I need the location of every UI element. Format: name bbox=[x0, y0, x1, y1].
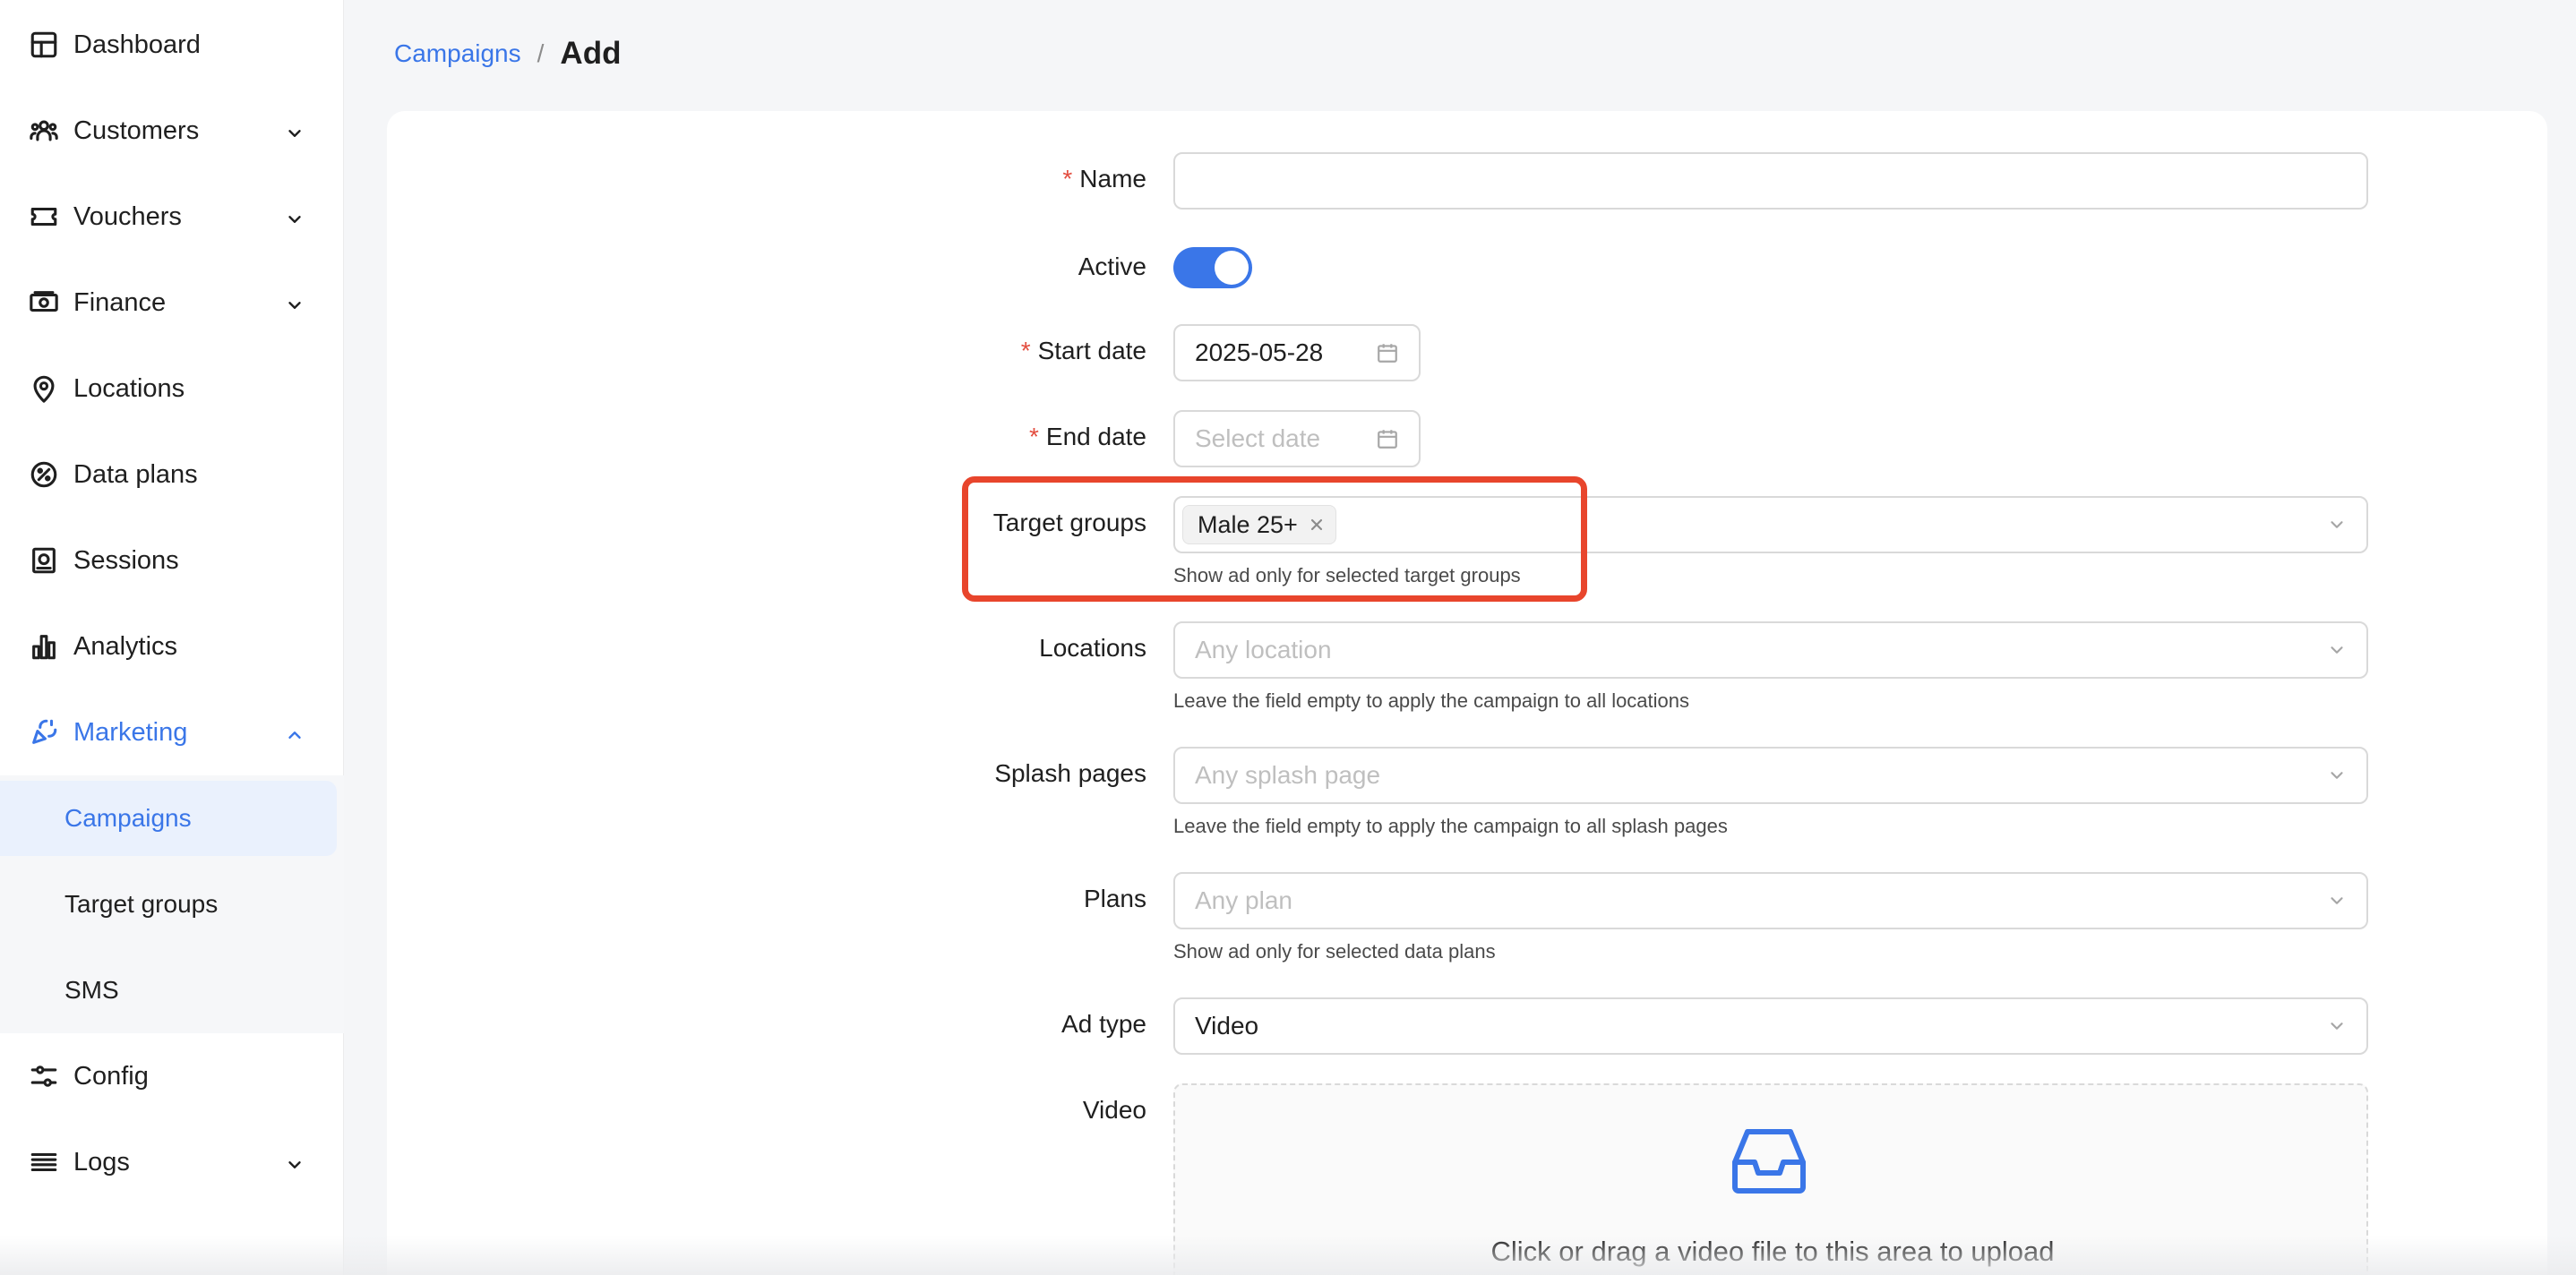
finance-icon bbox=[29, 287, 59, 318]
locations-placeholder: Any location bbox=[1195, 636, 1332, 663]
campaign-form-card: * Name Active * Start date 2025-05-28 * End… bbox=[387, 111, 2547, 1275]
ad-type-select[interactable]: Video bbox=[1173, 997, 2368, 1055]
end-date-label: * End date bbox=[1028, 423, 1146, 450]
location-pin-icon bbox=[29, 373, 59, 404]
sidebar-item-label: Locations bbox=[73, 373, 185, 403]
sidebar-item-marketing[interactable]: Marketing bbox=[0, 695, 344, 770]
chevron-down-icon bbox=[2327, 515, 2347, 535]
sidebar-item-data-plans[interactable]: Data plans bbox=[0, 437, 344, 512]
analytics-icon bbox=[29, 631, 59, 662]
sidebar-item-customers[interactable]: Customers bbox=[0, 93, 344, 168]
target-groups-select[interactable]: Male 25+ bbox=[1173, 496, 2368, 553]
chevron-down-icon bbox=[2327, 891, 2347, 911]
breadcrumb-separator: / bbox=[537, 39, 545, 67]
main-content: Campaigns / Add * Name Active * Start date… bbox=[344, 0, 2576, 1275]
locations-help: Leave the field empty to apply the campa… bbox=[1173, 689, 1690, 712]
sidebar-item-label: Marketing bbox=[73, 717, 188, 747]
plans-placeholder: Any plan bbox=[1195, 886, 1292, 914]
sidebar-subitem-sms[interactable]: SMS bbox=[0, 953, 337, 1028]
sidebar-item-finance[interactable]: Finance bbox=[0, 265, 344, 340]
target-groups-help: Show ad only for selected target groups bbox=[1173, 564, 1521, 586]
sidebar-item-locations[interactable]: Locations bbox=[0, 351, 344, 426]
end-date-placeholder: Select date bbox=[1195, 424, 1321, 452]
start-date-value: 2025-05-28 bbox=[1195, 338, 1324, 366]
required-asterisk: * bbox=[1062, 165, 1073, 193]
chevron-down-icon bbox=[2327, 766, 2347, 785]
chevron-down-icon bbox=[285, 121, 305, 141]
sidebar-item-dashboard[interactable]: Dashboard bbox=[0, 7, 344, 82]
locations-label: Locations bbox=[1039, 634, 1146, 662]
sidebar-subitem-label: Campaigns bbox=[64, 804, 192, 832]
active-toggle[interactable] bbox=[1173, 247, 1252, 288]
plans-label: Plans bbox=[1083, 885, 1146, 912]
calendar-icon bbox=[1376, 427, 1399, 450]
chevron-down-icon bbox=[2327, 640, 2347, 660]
chevron-down-icon bbox=[2327, 1016, 2347, 1036]
dashboard-icon bbox=[29, 30, 59, 60]
sidebar-item-config[interactable]: Config bbox=[0, 1039, 344, 1114]
splash-pages-select[interactable]: Any splash page bbox=[1173, 747, 2368, 804]
upload-instructions: Click or drag a video file to this area … bbox=[1490, 1236, 2055, 1267]
tag-remove-icon[interactable] bbox=[1309, 517, 1325, 533]
sidebar-item-label: Dashboard bbox=[73, 30, 201, 59]
breadcrumb-campaigns-link[interactable]: Campaigns bbox=[394, 39, 521, 68]
toggle-knob bbox=[1215, 251, 1249, 285]
sidebar-subitem-target-groups[interactable]: Target groups bbox=[0, 867, 337, 942]
sidebar-subitem-label: Target groups bbox=[64, 890, 219, 918]
splash-pages-placeholder: Any splash page bbox=[1195, 761, 1381, 789]
name-label: * Name bbox=[1062, 165, 1146, 193]
sidebar-item-label: Analytics bbox=[73, 631, 178, 661]
plans-help: Show ad only for selected data plans bbox=[1173, 940, 1496, 963]
calendar-icon bbox=[1376, 341, 1399, 364]
locations-select[interactable]: Any location bbox=[1173, 621, 2368, 679]
name-input[interactable] bbox=[1173, 152, 2368, 210]
tag-label: Male 25+ bbox=[1198, 510, 1298, 538]
chevron-down-icon bbox=[285, 207, 305, 227]
required-asterisk: * bbox=[1020, 337, 1031, 364]
required-asterisk: * bbox=[1028, 423, 1039, 450]
video-upload-dropzone[interactable]: Click or drag a video file to this area … bbox=[1173, 1083, 2368, 1275]
sidebar-item-label: Finance bbox=[73, 287, 167, 317]
sliders-icon bbox=[29, 1061, 59, 1091]
data-plans-icon bbox=[29, 459, 59, 490]
end-date-picker[interactable]: Select date bbox=[1173, 410, 1421, 467]
inbox-icon bbox=[1731, 1125, 1807, 1194]
sidebar-item-label: Logs bbox=[73, 1147, 130, 1177]
page-title: Add bbox=[560, 36, 622, 71]
sidebar-item-label: Data plans bbox=[73, 459, 198, 489]
chevron-up-icon bbox=[285, 723, 305, 742]
target-group-tag: Male 25+ bbox=[1182, 505, 1336, 544]
sidebar-item-label: Customers bbox=[73, 116, 200, 145]
sidebar-item-label: Config bbox=[73, 1061, 149, 1091]
sidebar-item-analytics[interactable]: Analytics bbox=[0, 609, 344, 684]
marketing-icon bbox=[29, 717, 59, 748]
sidebar-subitem-campaigns[interactable]: Campaigns bbox=[0, 781, 337, 856]
splash-pages-help: Leave the field empty to apply the campa… bbox=[1173, 815, 1728, 837]
sessions-icon bbox=[29, 545, 59, 576]
logs-icon bbox=[29, 1147, 59, 1177]
breadcrumb: Campaigns / Add bbox=[394, 36, 621, 72]
plans-select[interactable]: Any plan bbox=[1173, 872, 2368, 929]
sidebar-item-vouchers[interactable]: Vouchers bbox=[0, 179, 344, 254]
voucher-icon bbox=[29, 201, 59, 232]
ad-type-value: Video bbox=[1195, 1012, 1259, 1040]
sidebar-item-label: Sessions bbox=[73, 545, 179, 575]
sidebar: Dashboard Customers Vouchers Finance Loc… bbox=[0, 0, 344, 1275]
splash-pages-label: Splash pages bbox=[994, 759, 1146, 787]
start-date-label: * Start date bbox=[1020, 337, 1146, 364]
target-groups-label: Target groups bbox=[992, 509, 1146, 536]
chevron-down-icon bbox=[285, 1152, 305, 1172]
video-label: Video bbox=[1082, 1096, 1146, 1124]
sidebar-subitem-label: SMS bbox=[64, 976, 119, 1004]
app-root: Dashboard Customers Vouchers Finance Loc… bbox=[0, 0, 2576, 1275]
active-label: Active bbox=[1078, 252, 1146, 280]
ad-type-label: Ad type bbox=[1061, 1010, 1146, 1038]
chevron-down-icon bbox=[285, 293, 305, 312]
sidebar-item-sessions[interactable]: Sessions bbox=[0, 523, 344, 598]
start-date-picker[interactable]: 2025-05-28 bbox=[1173, 324, 1421, 381]
sidebar-item-logs[interactable]: Logs bbox=[0, 1125, 344, 1200]
sidebar-item-label: Vouchers bbox=[73, 201, 182, 231]
customers-icon bbox=[29, 116, 59, 146]
